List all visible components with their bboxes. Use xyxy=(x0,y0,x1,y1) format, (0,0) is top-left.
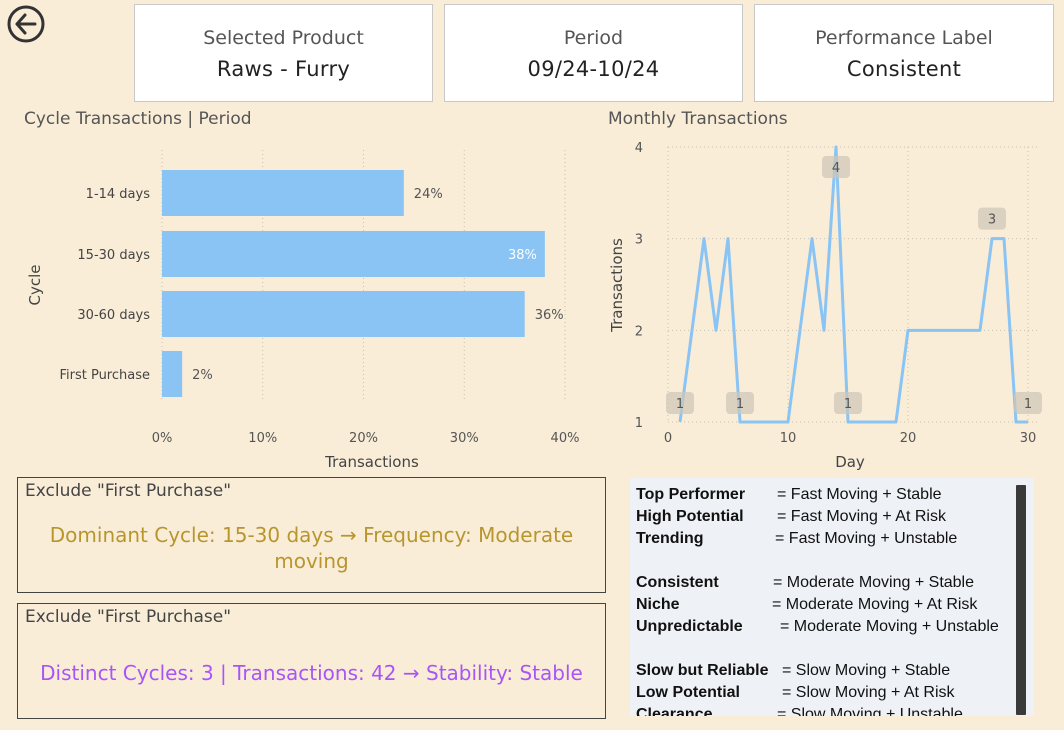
series-line xyxy=(678,145,1028,424)
legend-definition: = Fast Moving + Stable xyxy=(777,486,942,503)
category-label: 1-14 days xyxy=(86,187,151,202)
legend-label: Clearance xyxy=(636,706,713,716)
legend-label: Consistent xyxy=(636,574,719,591)
bar xyxy=(162,231,545,277)
legend-label: High Potential xyxy=(636,508,744,525)
back-arrow-icon xyxy=(7,5,45,43)
data-label: 1 xyxy=(676,397,684,412)
x-tick-label: 30 xyxy=(1020,431,1037,446)
legend-label: Trending xyxy=(636,530,704,547)
x-tick-label: 0 xyxy=(664,431,672,446)
legend-definition: = Fast Moving + Unstable xyxy=(775,530,958,547)
x-tick-label: 10% xyxy=(248,431,277,446)
data-label: 1 xyxy=(844,397,852,412)
x-tick-label: 20 xyxy=(900,431,917,446)
data-label: 3 xyxy=(988,213,996,228)
data-label: 38% xyxy=(508,248,537,263)
x-tick-label: 30% xyxy=(450,431,479,446)
legend-definition: = Slow Moving + Stable xyxy=(782,662,951,679)
monthly-transactions-line-chart: 1 2 3 4 0 10 20 30 1 1 4 1 3 1 Day Transactions xyxy=(608,141,1042,471)
data-label: 36% xyxy=(535,308,564,323)
data-label: 24% xyxy=(414,187,443,202)
distinct-cycles-message: Distinct Cycles: 3 | Transactions: 42 → … xyxy=(40,661,583,685)
bar xyxy=(162,291,525,337)
data-label: 1 xyxy=(1024,397,1032,412)
card-label: Performance Label xyxy=(815,27,993,49)
selected-product-card: Selected Product Raws - Furry xyxy=(134,4,433,102)
x-axis-title: Transactions xyxy=(324,453,419,471)
card-label: Period xyxy=(563,27,624,49)
card-value: Consistent xyxy=(846,57,962,81)
line-chart-title: Monthly Transactions xyxy=(608,109,788,129)
legend-definition: = Slow Moving + At Risk xyxy=(782,684,955,701)
y-tick-label: 3 xyxy=(635,233,643,248)
data-label: 4 xyxy=(832,161,840,176)
x-tick-label: 10 xyxy=(780,431,797,446)
note-title: Exclude "First Purchase" xyxy=(25,481,232,501)
legend-label: Unpredictable xyxy=(636,618,743,635)
legend-label: Top Performer xyxy=(636,486,746,503)
legend-definition: = Slow Moving + Unstable xyxy=(777,706,963,716)
legend-definition: = Fast Moving + At Risk xyxy=(777,508,946,525)
legend-definition: = Moderate Moving + Stable xyxy=(773,574,975,591)
performance-label-card: Performance Label Consistent xyxy=(754,4,1054,102)
legend-label: Low Potential xyxy=(636,684,740,701)
card-value: Raws - Furry xyxy=(216,57,351,81)
legend-definition: = Moderate Moving + Unstable xyxy=(780,618,999,635)
bar xyxy=(162,170,404,216)
y-tick-label: 1 xyxy=(635,416,643,431)
x-tick-label: 20% xyxy=(349,431,378,446)
data-label: 2% xyxy=(192,368,213,383)
frequency-note-box: Exclude "First Purchase" Dominant Cycle:… xyxy=(17,477,606,593)
note-title: Exclude "First Purchase" xyxy=(25,607,232,627)
category-label: 15-30 days xyxy=(77,248,150,263)
y-axis-title: Cycle xyxy=(26,265,44,306)
legend-label: Slow but Reliable xyxy=(636,662,769,679)
x-tick-label: 40% xyxy=(551,431,580,446)
legend-label: Niche xyxy=(636,596,680,613)
category-label: 30-60 days xyxy=(77,308,150,323)
y-tick-label: 4 xyxy=(635,141,643,156)
dominant-cycle-message: Dominant Cycle: 15-30 days → Frequency: … xyxy=(49,523,574,573)
y-axis-title: Transactions xyxy=(608,238,626,333)
legend-scrollbar[interactable] xyxy=(1016,485,1026,715)
stability-note-box: Exclude "First Purchase" Distinct Cycles… xyxy=(17,603,606,719)
x-tick-label: 0% xyxy=(152,431,173,446)
bar-chart-title: Cycle Transactions | Period xyxy=(24,109,252,129)
category-label: First Purchase xyxy=(59,368,150,383)
bar xyxy=(162,351,183,397)
back-button[interactable] xyxy=(6,4,46,44)
legend-definition: = Moderate Moving + At Risk xyxy=(772,596,978,613)
data-label: 1 xyxy=(736,397,744,412)
cycle-transactions-bar-chart: 0% 10% 20% 30% 40% 1-14 days 24% 15-30 days 38% 3… xyxy=(26,150,580,471)
x-axis-title: Day xyxy=(835,453,865,471)
card-value: 09/24-10/24 xyxy=(527,57,660,81)
y-tick-label: 2 xyxy=(635,324,643,339)
card-label: Selected Product xyxy=(203,27,364,49)
performance-label-legend[interactable]: Top Performer = Fast Moving + Stable Hig… xyxy=(630,478,1034,716)
period-card: Period 09/24-10/24 xyxy=(444,4,743,102)
